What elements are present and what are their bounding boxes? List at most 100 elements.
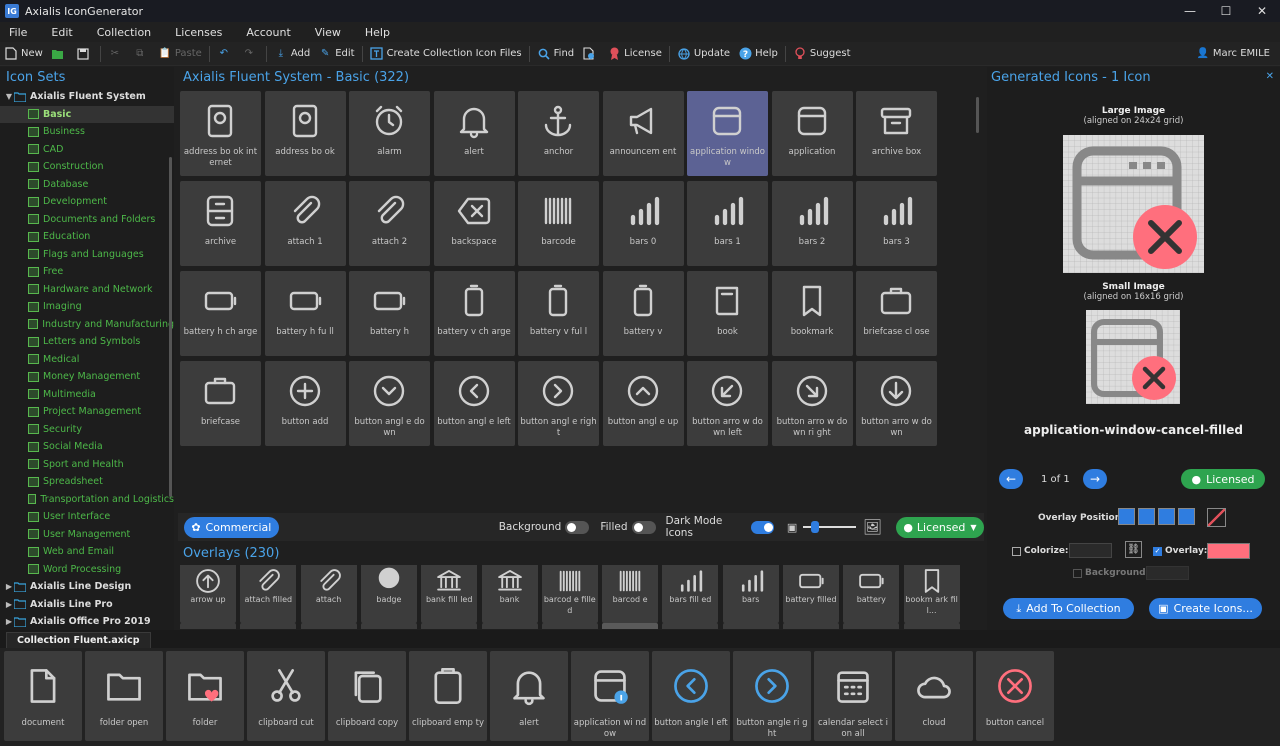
close-panel-icon[interactable]: ✕ <box>1266 71 1274 82</box>
collection-item-folder[interactable]: folder <box>166 651 244 741</box>
icon-tile-battery-v-ful-l[interactable]: battery v ful l <box>518 271 599 356</box>
edit-button[interactable]: ✎ Edit <box>314 43 358 65</box>
icon-tile-bars-3[interactable]: bars 3 <box>856 181 937 266</box>
tree-item-basic[interactable]: Basic <box>0 105 174 123</box>
tree-item-user-management[interactable]: User Management <box>0 526 174 544</box>
tree-item-social-media[interactable]: Social Media <box>0 438 174 456</box>
icon-tile-address-bo-ok[interactable]: address bo ok <box>264 91 346 176</box>
position-bottom-right-button[interactable] <box>1178 508 1195 525</box>
maximize-button[interactable]: ☐ <box>1208 0 1244 22</box>
user-account[interactable]: 👤 Marc EMILE <box>1196 42 1270 64</box>
menu-account[interactable]: Account <box>234 26 302 39</box>
dark-mode-toggle[interactable] <box>751 520 774 534</box>
icon-tile-battery-v-ch-arge[interactable]: battery v ch arge <box>433 271 515 356</box>
tree-item-database[interactable]: Database <box>0 176 174 194</box>
overlay-tile-bars-fill-ed[interactable]: bars fill ed <box>662 565 719 623</box>
overlay-checkbox[interactable]: ✓ <box>1153 546 1162 556</box>
left-scrollbar[interactable] <box>169 157 172 497</box>
tree-root-fluent[interactable]: ▼ Axialis Fluent System <box>0 88 174 106</box>
licensed-badge[interactable]: ● Licensed <box>1181 469 1265 489</box>
tree-item-hardware-and-network[interactable]: Hardware and Network <box>0 281 174 299</box>
icon-tile-application[interactable]: application <box>771 91 853 176</box>
add-to-collection-button[interactable]: ⤓ Add To Collection <box>1003 598 1134 619</box>
collection-item-cloud[interactable]: cloud <box>895 651 973 741</box>
icon-tile-book[interactable]: book <box>687 271 768 356</box>
icon-tile-bars-1[interactable]: bars 1 <box>687 181 768 266</box>
position-top-right-button[interactable] <box>1138 508 1155 525</box>
tree-item-web-and-email[interactable]: Web and Email <box>0 543 174 561</box>
tree-item-medical[interactable]: Medical <box>0 351 174 369</box>
create-icons-button[interactable]: ▣ Create Icons... <box>1149 598 1262 619</box>
update-button[interactable]: Update <box>673 43 734 65</box>
tree-item-construction[interactable]: Construction <box>0 158 174 176</box>
overlay-tile-briefca-se-fill[interactable]: briefca se fill... <box>240 623 297 629</box>
tree-item-user-interface[interactable]: User Interface <box>0 508 174 526</box>
menu-edit[interactable]: Edit <box>39 26 84 39</box>
tree-item-flags-and-languages[interactable]: Flags and Languages <box>0 246 174 264</box>
collection-item-calendar-select-ion-all[interactable]: calendar select ion all <box>814 651 892 741</box>
commercial-button[interactable]: ✿ Commercial <box>184 516 279 538</box>
tree-item-business[interactable]: Business <box>0 123 174 141</box>
icon-tile-attach-1[interactable]: attach 1 <box>264 181 346 266</box>
expand-arrow-icon[interactable]: ▶ <box>4 582 14 591</box>
overlay-tile-bookm-ark-fill[interactable]: bookm ark fill... <box>903 565 960 623</box>
overlay-tile-chat[interactable]: chat <box>903 623 960 629</box>
collection-item-clipboard-cut[interactable]: clipboard cut <box>247 651 325 741</box>
close-button[interactable]: ✕ <box>1244 0 1280 22</box>
icon-tile-attach-2[interactable]: attach 2 <box>349 181 430 266</box>
tree-item-multimedia[interactable]: Multimedia <box>0 386 174 404</box>
collection-item-clipboard-emp-ty[interactable]: clipboard emp ty <box>409 651 487 741</box>
collection-item-folder-open[interactable]: folder open <box>85 651 163 741</box>
overlay-tile-camera[interactable]: camera <box>541 623 598 629</box>
icon-tile-button-arro-w-down-left[interactable]: button arro w down left <box>687 361 768 446</box>
overlay-tile-barcod-e[interactable]: barcod e <box>602 565 659 623</box>
suggest-button[interactable]: Suggest <box>789 43 855 65</box>
overlay-tile-call-fill-ed[interactable]: call fill ed <box>360 623 417 629</box>
zoom-slider[interactable] <box>803 521 856 533</box>
collection-item-application-wi-ndow[interactable]: application wi ndow <box>571 651 649 741</box>
filled-toggle[interactable] <box>631 520 656 534</box>
icon-tile-archive[interactable]: archive <box>180 181 261 266</box>
tree-root-axialis-line-design[interactable]: ▶ Axialis Line Design <box>0 578 174 596</box>
icon-tile-barcode[interactable]: barcode <box>518 181 599 266</box>
open-button[interactable] <box>47 43 72 65</box>
tree-item-education[interactable]: Education <box>0 228 174 246</box>
icon-tile-announcem-ent[interactable]: announcem ent <box>602 91 684 176</box>
add-button[interactable]: ⤓ Add <box>270 43 314 65</box>
overlay-tile-briefca-se[interactable]: briefca se <box>300 623 357 629</box>
create-collection-button[interactable]: Create Collection Icon Files <box>366 43 526 65</box>
info-button[interactable] <box>578 43 603 65</box>
tree-item-security[interactable]: Security <box>0 421 174 439</box>
overlay-tile-bookm-ark[interactable]: bookm ark <box>180 623 236 629</box>
icon-tile-alarm[interactable]: alarm <box>349 91 430 176</box>
icon-tile-briefcase[interactable]: briefcase <box>180 361 261 446</box>
collection-tab[interactable]: Collection Fluent.axicp <box>6 632 151 648</box>
overlay-tile-badge[interactable]: badge <box>360 565 417 623</box>
icon-tile-briefcase-cl-ose[interactable]: briefcase cl ose <box>856 271 937 356</box>
tree-item-letters-and-symbols[interactable]: Letters and Symbols <box>0 333 174 351</box>
tree-item-cad[interactable]: CAD <box>0 141 174 159</box>
collection-item-document[interactable]: document <box>4 651 82 741</box>
position-bottom-left-button[interactable] <box>1158 508 1175 525</box>
undo-button[interactable]: ↶ <box>213 43 238 65</box>
icon-tile-battery-h-fu-ll[interactable]: battery h fu ll <box>264 271 346 356</box>
tree-root-axialis-line-pro[interactable]: ▶ Axialis Line Pro <box>0 596 174 614</box>
collection-item-button-angle-l-eft[interactable]: button angle l eft <box>652 651 730 741</box>
overlay-tile-bank-fill-led[interactable]: bank fill led <box>421 565 478 623</box>
licensed-dropdown[interactable]: ● Licensed ▼ <box>895 516 984 538</box>
background-checkbox[interactable] <box>1073 568 1082 578</box>
icon-tile-address-bo-ok-internet[interactable]: address bo ok internet <box>180 91 261 176</box>
icon-tile-button-angl-e-left[interactable]: button angl e left <box>433 361 515 446</box>
overlay-color-swatch[interactable] <box>1207 543 1250 559</box>
prev-icon-button[interactable]: ← <box>999 469 1023 489</box>
icon-tile-bookmark[interactable]: bookmark <box>771 271 853 356</box>
menu-licenses[interactable]: Licenses <box>163 26 234 39</box>
menu-view[interactable]: View <box>303 26 353 39</box>
overlay-tile-arrow-up[interactable]: arrow up <box>180 565 236 623</box>
overlay-tile-attach[interactable]: attach <box>300 565 357 623</box>
grid-scrollbar[interactable] <box>976 97 979 133</box>
overlay-tile-certific-ate[interactable]: certific ate <box>783 623 839 629</box>
menu-file[interactable]: File <box>0 26 39 39</box>
collection-item-clipboard-copy[interactable]: clipboard copy <box>328 651 406 741</box>
zoom-slider-thumb[interactable] <box>811 521 820 533</box>
